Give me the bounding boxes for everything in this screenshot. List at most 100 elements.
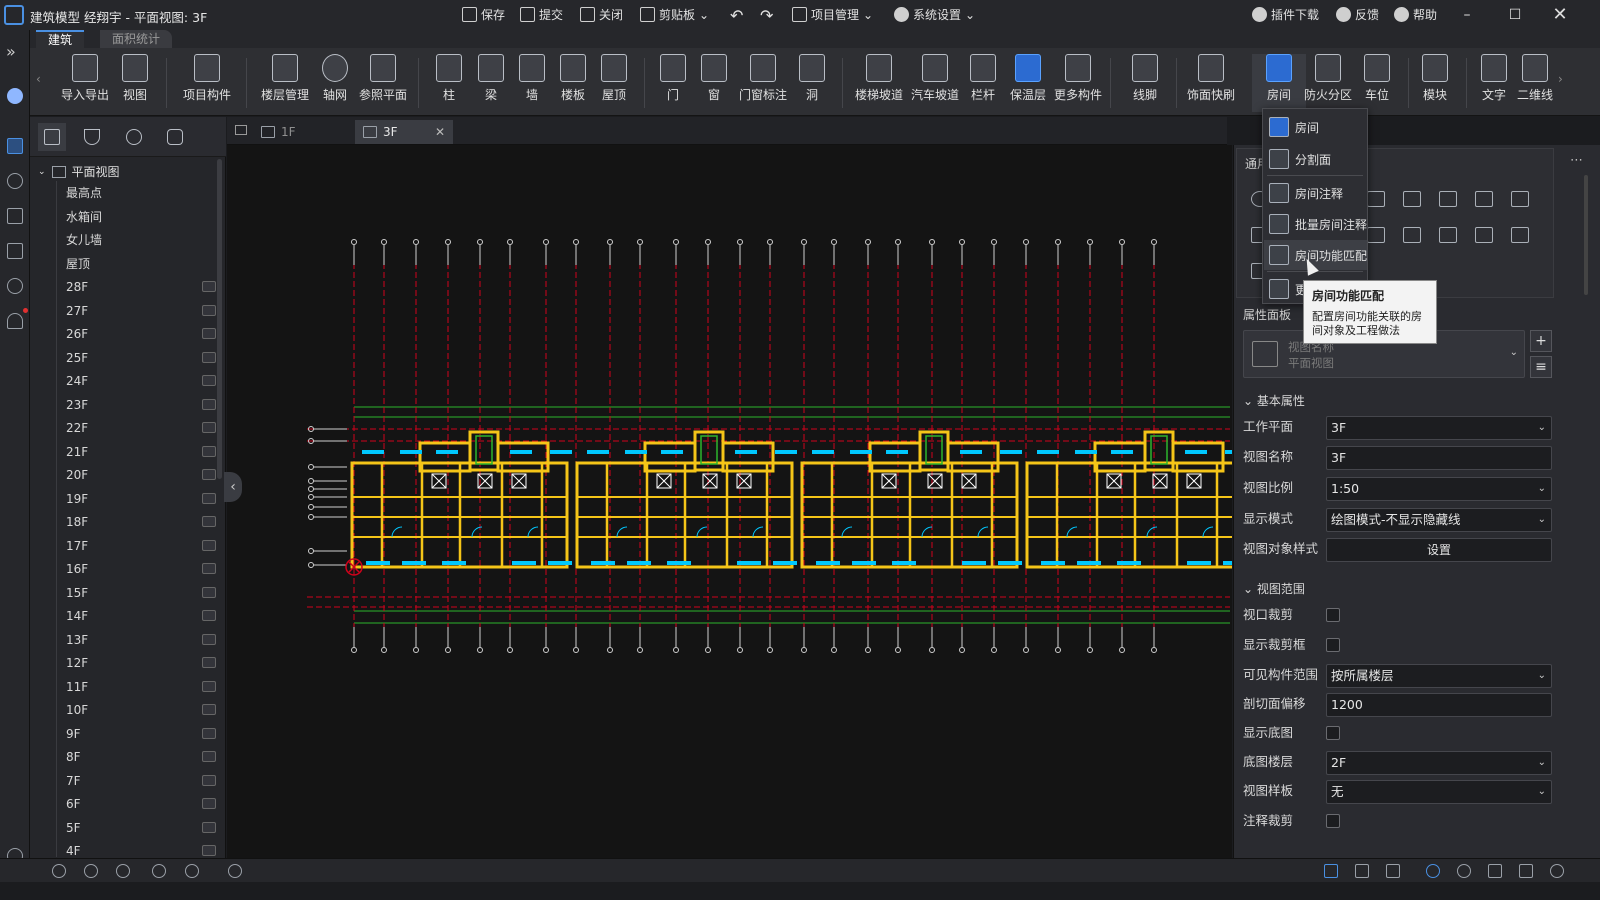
tree-item[interactable]: 9F <box>66 724 216 744</box>
eye-icon[interactable] <box>185 864 199 878</box>
tree-item[interactable]: 24F <box>66 371 216 391</box>
floor-management-button[interactable]: 楼层管理 <box>258 54 312 103</box>
menu-item-split-face[interactable]: 分割面 <box>1264 144 1367 174</box>
hidden-badge-icon[interactable] <box>202 610 216 621</box>
light-bulb-icon[interactable] <box>152 864 166 878</box>
display-mode-select[interactable]: 绘图模式-不显示隐藏线 ⌄ <box>1326 508 1552 532</box>
3d-box-button[interactable] <box>161 123 189 151</box>
menu-item-batch-room-tag[interactable]: 批量房间注释 <box>1264 209 1367 239</box>
door-window-tag-button[interactable]: 门窗标注 <box>736 54 790 103</box>
bell-icon[interactable] <box>7 313 23 329</box>
opening-button[interactable]: 洞 <box>785 54 839 103</box>
document-icon[interactable] <box>7 208 23 224</box>
trim-icon[interactable] <box>1439 191 1457 207</box>
trash-icon[interactable] <box>1511 227 1529 243</box>
layout-icon[interactable] <box>1519 864 1533 878</box>
tree-item[interactable]: 22F <box>66 418 216 438</box>
hidden-badge-icon[interactable] <box>202 422 216 433</box>
underlay-floor-select[interactable]: 2F ⌄ <box>1326 751 1552 775</box>
tree-root[interactable]: ⌄ 平面视图 <box>38 163 120 180</box>
extend-icon[interactable] <box>1511 191 1529 207</box>
parking-button[interactable]: 车位 <box>1350 54 1404 103</box>
hidden-badge-icon[interactable] <box>202 304 216 316</box>
clipboard-button[interactable]: 剪贴板 ⌄ <box>640 6 709 23</box>
tree-scrollbar[interactable] <box>217 159 222 479</box>
tree-item[interactable]: 10F <box>66 700 216 720</box>
show-underlay-checkbox[interactable] <box>1326 726 1340 740</box>
hidden-badge-icon[interactable] <box>202 727 216 739</box>
view-button[interactable]: 视图 <box>108 54 162 103</box>
group-icon[interactable] <box>1475 227 1493 243</box>
quick-panel-scrollbar[interactable] <box>1584 175 1588 295</box>
project-component-button[interactable]: 项目构件 <box>180 54 234 103</box>
hidden-badge-icon[interactable] <box>202 774 216 786</box>
hidden-badge-icon[interactable] <box>202 751 216 762</box>
isolate-icon[interactable] <box>116 864 130 878</box>
basic-properties-section[interactable]: ⌄ 基本属性 <box>1243 392 1305 409</box>
avatar[interactable] <box>7 88 23 104</box>
visible-range-select[interactable]: 按所属楼层 ⌄ <box>1326 664 1552 688</box>
hidden-badge-icon[interactable] <box>202 633 216 645</box>
room-button[interactable]: 房间 <box>1252 54 1306 112</box>
stair-ramp-button[interactable]: 楼梯坡道 <box>852 54 906 103</box>
visibility-icon[interactable] <box>52 864 66 878</box>
show-crop-box-checkbox[interactable] <box>1326 638 1340 652</box>
hidden-badge-icon[interactable] <box>202 657 216 668</box>
link-icon[interactable] <box>1426 864 1440 878</box>
tab-area-stats[interactable]: 面积统计 <box>100 30 173 48</box>
more-components-button[interactable]: 更多构件 <box>1051 54 1105 103</box>
tab-architecture[interactable]: 建筑 <box>36 30 85 48</box>
hidden-badge-icon[interactable] <box>202 281 216 292</box>
redo-button[interactable]: ↷ <box>760 6 773 25</box>
tree-item[interactable]: 11F <box>66 677 216 697</box>
ribbon-scroll-left-icon[interactable]: ‹ <box>36 72 41 86</box>
view-list-button[interactable]: ≡ <box>1530 356 1552 378</box>
tree-item[interactable]: 20F <box>66 465 216 485</box>
expand-icon[interactable]: » <box>6 42 16 61</box>
undo-button[interactable]: ↶ <box>730 6 743 25</box>
tree-item[interactable]: 水箱间 <box>66 207 216 227</box>
insulation-button[interactable]: 保温层 <box>1001 54 1055 103</box>
tree-item[interactable]: 8F <box>66 747 216 767</box>
model-tree-icon[interactable] <box>7 138 23 154</box>
close-icon[interactable]: ✕ <box>435 125 445 139</box>
rotate-icon[interactable] <box>1367 227 1385 243</box>
filter-button[interactable] <box>78 123 106 151</box>
car-ramp-button[interactable]: 汽车坡道 <box>908 54 962 103</box>
view-cube-icon[interactable] <box>1488 864 1502 878</box>
snap-icon[interactable] <box>1324 864 1338 878</box>
molding-button[interactable]: 线脚 <box>1118 54 1172 103</box>
hidden-badge-icon[interactable] <box>202 375 216 386</box>
fire-zone-button[interactable]: 防火分区 <box>1301 54 1355 103</box>
viewport-crop-checkbox[interactable] <box>1326 608 1340 622</box>
tree-item[interactable]: 21F <box>66 442 216 462</box>
tree-item[interactable]: 5F <box>66 818 216 838</box>
hidden-badge-icon[interactable] <box>202 469 216 480</box>
submit-button[interactable]: 提交 <box>520 6 563 23</box>
hidden-badge-icon[interactable] <box>202 398 216 410</box>
hidden-badge-icon[interactable] <box>202 704 216 715</box>
split-icon[interactable] <box>1403 191 1421 207</box>
hide-icon[interactable] <box>84 864 98 878</box>
system-settings-button[interactable]: 系统设置 ⌄ <box>894 6 975 23</box>
hidden-badge-icon[interactable] <box>202 821 216 833</box>
drawing-canvas[interactable] <box>227 145 1247 858</box>
annotation-icon[interactable] <box>1457 864 1471 878</box>
cut-offset-input[interactable]: 1200 <box>1326 693 1552 717</box>
hidden-badge-icon[interactable] <box>202 798 216 809</box>
menu-item-room[interactable]: 房间 <box>1264 112 1367 142</box>
tree-item[interactable]: 女儿墙 <box>66 230 216 250</box>
project-menu-button[interactable]: 项目管理 ⌄ <box>792 6 873 23</box>
tab-list-icon[interactable] <box>235 125 247 135</box>
object-style-settings-button[interactable]: 设置 <box>1326 538 1552 562</box>
tree-item[interactable]: 15F <box>66 583 216 603</box>
plugin-download-button[interactable]: 插件下载 <box>1252 6 1319 23</box>
tree-item[interactable]: 19F <box>66 489 216 509</box>
ribbon-scroll-right-icon[interactable]: › <box>1558 72 1563 86</box>
grid-axis-button[interactable]: 轴网 <box>308 54 362 103</box>
reference-plane-button[interactable]: 参照平面 <box>356 54 410 103</box>
menu-item-room-tag[interactable]: 房间注释 <box>1264 178 1367 208</box>
tree-item[interactable]: 23F <box>66 395 216 415</box>
tree-item[interactable]: 最高点 <box>66 183 216 203</box>
scale-select[interactable]: 1:50 ⌄ <box>1326 477 1552 501</box>
